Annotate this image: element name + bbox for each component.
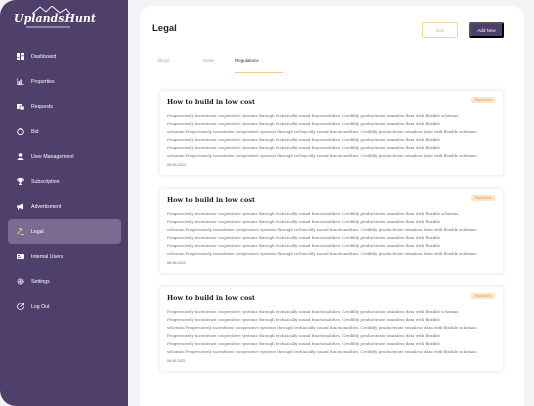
sidebar-item-label: Requests — [31, 103, 53, 110]
dashboard-icon — [17, 53, 24, 60]
sidebar-item-label: Properties — [31, 78, 55, 85]
logo[interactable]: UplandsHunt — [14, 6, 96, 30]
request-icon — [17, 103, 24, 110]
sidebar-item-properties[interactable]: Properties — [8, 69, 121, 94]
card-text-line: Progressively incentivize cooperative sy… — [167, 234, 440, 240]
regulation-card[interactable]: How to build in low cost Regulations Pro… — [159, 188, 504, 274]
sidebar-item-label: Subscription — [31, 178, 60, 185]
card-text-line: Progressively incentivize cooperative sy… — [167, 340, 440, 346]
sidebar-item-legal[interactable]: Legal — [8, 219, 121, 244]
card-text-line: Progressively incentivize cooperative sy… — [167, 316, 440, 322]
card-text-line: Progressively incentivize cooperative sy… — [167, 120, 440, 126]
card-title: How to build in low cost — [167, 196, 256, 204]
regulation-card[interactable]: How to build in low cost Regulations Pro… — [159, 286, 504, 372]
tab-blogs[interactable]: Blogs — [158, 58, 169, 63]
card-text-line: Progressively incentivize cooperative sy… — [167, 136, 440, 142]
card-text-line: schemas.Progressively incentivize cooper… — [167, 348, 478, 354]
card-title: How to build in low cost — [167, 294, 256, 302]
sidebar-item-label: Internal Users — [31, 253, 64, 260]
sidebar-item-user-management[interactable]: User Management — [8, 144, 121, 169]
gavel-icon — [17, 228, 24, 235]
sidebar-item-subscription[interactable]: Subscription — [8, 169, 121, 194]
card-text-line: schemas.Progressively incentivize cooper… — [167, 128, 478, 134]
user-icon — [17, 153, 24, 160]
sidebar-item-label: Settings — [31, 278, 50, 285]
logout-icon — [17, 303, 24, 310]
sidebar-item-settings[interactable]: Settings — [8, 269, 121, 294]
edit-button[interactable]: Edit — [422, 22, 458, 38]
card-body: Progressively incentivize cooperative sy… — [167, 210, 499, 257]
sidebar-item-dashboard[interactable]: Dashboard — [8, 44, 121, 69]
chart-icon — [17, 78, 24, 85]
sidebar-item-requests[interactable]: Requests — [8, 94, 121, 119]
sidebar-item-bid[interactable]: Bid — [8, 119, 121, 144]
sidebar-item-label: Dashboard — [31, 53, 57, 60]
sidebar-item-log-out[interactable]: Log Out — [8, 294, 121, 319]
card-text-line: schemas.Progressively incentivize cooper… — [167, 152, 478, 158]
sidebar-item-advertisment[interactable]: Advertisment — [8, 194, 121, 219]
app-frame: UplandsHunt Dashboard Properties Request… — [0, 0, 534, 406]
card-body: Progressively incentivize cooperative sy… — [167, 308, 499, 355]
sidebar-item-label: User Management — [31, 153, 74, 160]
users-icon — [17, 253, 24, 260]
card-text-line: Progressively incentivize cooperative sy… — [167, 113, 460, 118]
active-tab-indicator — [235, 72, 283, 73]
card-date: 06.06.2021 — [167, 163, 187, 167]
trophy-icon — [17, 178, 24, 185]
tab-regulations[interactable]: Regulations — [235, 58, 259, 63]
megaphone-icon — [17, 203, 24, 210]
card-title: How to build in low cost — [167, 98, 256, 106]
card-text-line: Progressively incentivize cooperative sy… — [167, 309, 460, 314]
category-badge: Regulations — [471, 97, 495, 103]
sidebar-item-label: Advertisment — [31, 203, 62, 210]
sidebar-item-label: Log Out — [31, 303, 50, 310]
page-title: Legal — [152, 23, 177, 34]
category-badge: Regulations — [471, 195, 495, 201]
gear-icon — [17, 278, 24, 285]
sidebar-nav: Dashboard Properties Requests Bid User M… — [8, 44, 121, 319]
card-text-line: schemas.Progressively incentivize cooper… — [167, 226, 478, 232]
sidebar-item-label: Legal — [31, 228, 44, 235]
sidebar-item-internal-users[interactable]: Internal Users — [8, 244, 121, 269]
card-text-line: schemas.Progressively incentivize cooper… — [167, 324, 478, 330]
card-text-line: Progressively incentivize cooperative sy… — [167, 211, 460, 216]
card-text-line: Progressively incentivize cooperative sy… — [167, 144, 440, 150]
tab-news[interactable]: News — [203, 58, 214, 63]
sidebar-item-label: Bid — [31, 128, 39, 135]
card-text-line: Progressively incentivize cooperative sy… — [167, 218, 440, 224]
card-text-line: Progressively incentivize cooperative sy… — [167, 242, 440, 248]
bid-icon — [17, 128, 24, 135]
card-text-line: schemas.Progressively incentivize cooper… — [167, 250, 478, 256]
logo-tagline-bar — [26, 26, 70, 28]
category-badge: Regulations — [471, 293, 495, 299]
main-panel: Legal Edit Add New Blogs News Regulation… — [140, 6, 524, 406]
logo-text: UplandsHunt — [14, 12, 96, 25]
sidebar: UplandsHunt Dashboard Properties Request… — [0, 0, 128, 406]
card-body: Progressively incentivize cooperative sy… — [167, 112, 499, 159]
add-new-button[interactable]: Add New — [469, 22, 504, 38]
card-date: 06.06.2021 — [167, 261, 187, 265]
tab-bar: Blogs News Regulations — [158, 58, 498, 78]
card-date: 06.06.2021 — [167, 359, 187, 363]
card-text-line: Progressively incentivize cooperative sy… — [167, 332, 440, 338]
regulation-card[interactable]: How to build in low cost Regulations Pro… — [159, 90, 504, 176]
